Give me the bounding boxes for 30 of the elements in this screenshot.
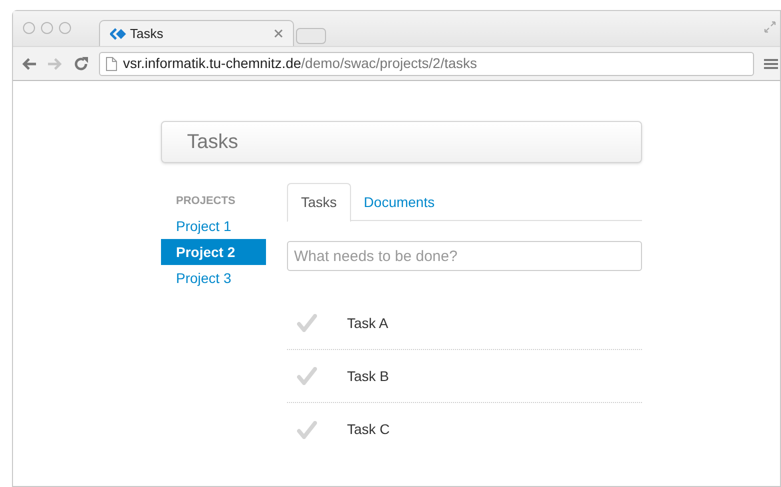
tab[interactable]: Tasks bbox=[287, 183, 351, 222]
close-window-button[interactable] bbox=[23, 22, 35, 34]
site-logo-icon bbox=[110, 28, 126, 40]
close-icon[interactable] bbox=[274, 29, 283, 38]
new-task-field[interactable]: What needs to be done? bbox=[287, 241, 642, 271]
task-title: Task B bbox=[347, 366, 390, 386]
project-link[interactable]: Project 3 bbox=[161, 265, 266, 291]
tab-title: Tasks bbox=[130, 24, 164, 43]
checkmark-icon[interactable] bbox=[297, 367, 317, 385]
minimize-window-button[interactable] bbox=[41, 22, 53, 34]
task-title: Task A bbox=[347, 314, 388, 332]
address-field[interactable]: vsr.informatik.tu-chemnitz.de/demo/swac/projects/2/tasks bbox=[99, 52, 754, 76]
fullscreen-icon[interactable] bbox=[764, 21, 776, 33]
browser-tab[interactable]: Tasks bbox=[99, 20, 294, 46]
sidebar-heading: PROJECTS bbox=[175, 194, 236, 209]
new-tab-button[interactable] bbox=[296, 28, 326, 44]
task-title: Task C bbox=[347, 420, 390, 439]
forward-arrow-icon[interactable] bbox=[47, 56, 63, 70]
page-icon bbox=[106, 56, 117, 70]
url-text: vsr.informatik.tu-chemnitz.de/demo/swac/projects/2/tasks bbox=[123, 54, 478, 73]
checkmark-icon[interactable] bbox=[297, 420, 317, 438]
header-title: Tasks bbox=[187, 130, 238, 155]
back-arrow-icon[interactable] bbox=[21, 56, 37, 70]
project-link[interactable]: Project 1 bbox=[161, 213, 266, 239]
menu-icon[interactable] bbox=[764, 58, 778, 70]
zoom-window-button[interactable] bbox=[59, 22, 71, 34]
tab[interactable]: Documents bbox=[350, 183, 448, 221]
reload-icon[interactable] bbox=[73, 56, 89, 72]
project-link[interactable]: Project 2 bbox=[161, 239, 266, 265]
checkmark-icon[interactable] bbox=[297, 314, 317, 332]
